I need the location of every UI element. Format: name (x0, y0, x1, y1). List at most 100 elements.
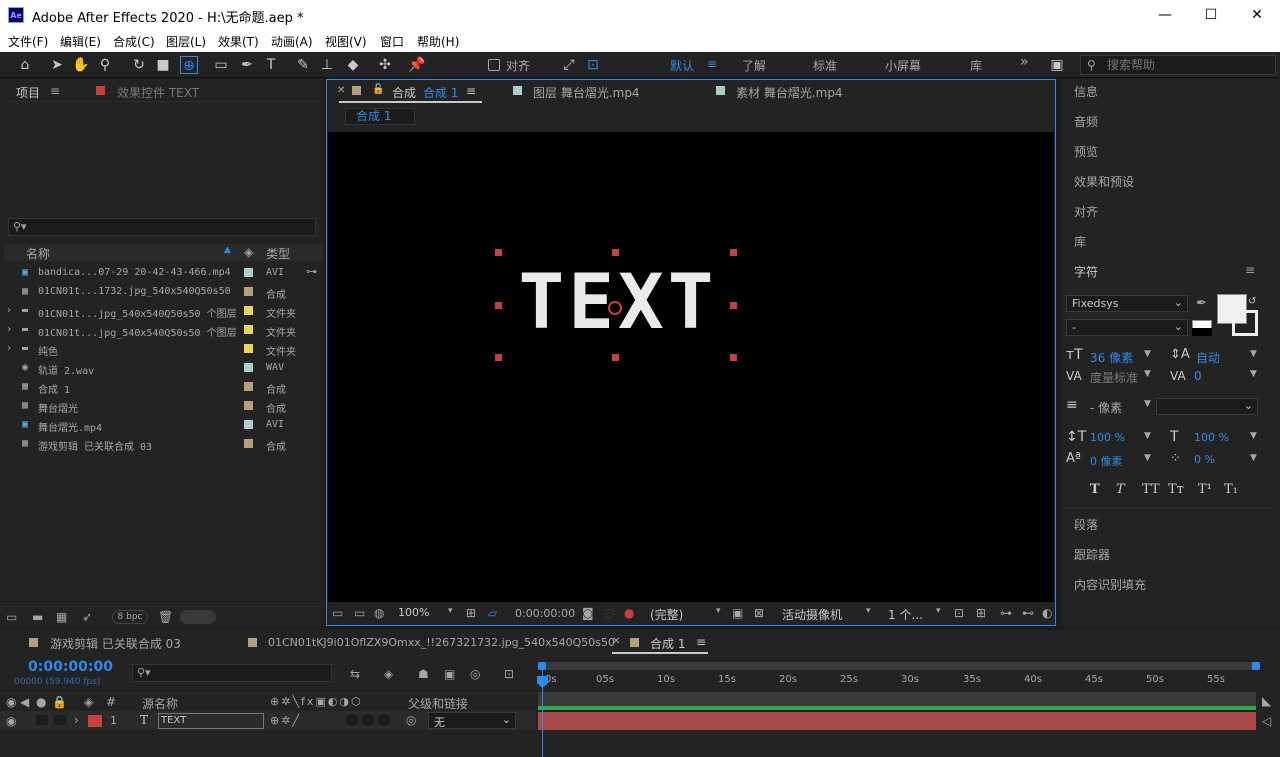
adobe-dynamic-link-icon[interactable]: ➶ (82, 610, 92, 624)
panel-libraries[interactable]: 库 (1074, 233, 1086, 250)
panel-tracker[interactable]: 跟踪器 (1074, 546, 1110, 563)
pickwhip-icon[interactable]: ◎ (406, 713, 416, 727)
chevron-down-icon[interactable]: ▼ (1144, 399, 1151, 409)
stroke-width-value[interactable]: - 像素 (1090, 399, 1122, 416)
chevron-down-icon[interactable]: ▼ (1250, 431, 1257, 441)
tab-composition-name[interactable]: 合成 1 (423, 84, 458, 101)
always-preview-icon[interactable]: ▭ (332, 606, 343, 620)
toggle-pixel-aspect-icon[interactable]: ⊡ (954, 606, 964, 620)
new-composition-icon[interactable]: ▦ (56, 610, 67, 624)
expand-arrow-icon[interactable]: › (6, 343, 12, 354)
work-area-end-handle[interactable] (1252, 662, 1260, 670)
eraser-tool-icon[interactable]: ◆ (344, 56, 362, 74)
list-item[interactable]: › ▬ 01CN01t...jpg_540x540Q50s50 个图层 文件夹 (4, 320, 326, 339)
tab-effect-controls[interactable]: 效果控件 TEXT (117, 84, 199, 101)
transform-handle[interactable] (730, 249, 737, 256)
comp-button-icon[interactable]: ◁ (1262, 714, 1271, 728)
chevron-down-icon[interactable]: ▾ (866, 606, 871, 616)
reset-exposure-icon[interactable]: ⊞ (976, 606, 986, 620)
resolution-select[interactable]: (完整) (650, 606, 683, 623)
fit-icon[interactable]: ⊞ (466, 606, 476, 620)
audio-icon[interactable]: ◀ (20, 695, 29, 709)
workspace-menu-icon[interactable]: ≡ (707, 57, 717, 71)
expand-arrow-icon[interactable]: › (6, 305, 12, 316)
timeline-timecode[interactable]: 0:00:00:00 (28, 659, 113, 675)
all-caps-button[interactable]: TT (1142, 482, 1160, 497)
fast-previews-icon[interactable]: ▣ (732, 606, 743, 620)
shy-layers-icon[interactable]: ☗ (418, 667, 429, 681)
faux-italic-button[interactable]: T (1116, 482, 1125, 497)
pen-tool-icon[interactable]: ✒ (238, 56, 256, 74)
comp-mini-flowchart-icon[interactable]: ⇆ (350, 667, 360, 681)
switch-box[interactable] (346, 715, 358, 725)
eye-icon[interactable]: ◉ (6, 714, 16, 728)
expand-arrow-icon[interactable]: › (6, 324, 12, 335)
superscript-button[interactable]: T¹ (1198, 482, 1212, 497)
chevron-down-icon[interactable]: ▼ (1144, 431, 1151, 441)
snapshot-icon[interactable]: ◙ (582, 606, 594, 620)
clone-stamp-tool-icon[interactable]: ⊥ (318, 56, 336, 74)
menu-layer[interactable]: 图层(L) (166, 33, 206, 50)
home-icon[interactable]: ⌂ (16, 56, 34, 74)
chevron-down-icon[interactable]: ▼ (1144, 369, 1151, 379)
layer-label-swatch[interactable] (88, 715, 102, 727)
zoom-slider-icon[interactable]: ◣ (1262, 694, 1271, 708)
chevron-down-icon[interactable]: ▼ (1250, 349, 1257, 359)
timeline-tab-comp1[interactable]: 合成 1 (650, 635, 685, 652)
views-select[interactable]: 1 个... (888, 606, 923, 623)
chevron-down-icon[interactable]: ▼ (1144, 349, 1151, 359)
panel-info[interactable]: 信息 (1074, 83, 1098, 100)
viewer-timecode[interactable]: 0:00:00:00 (515, 607, 575, 620)
list-item[interactable]: ▦ 舞台熠光 合成 (4, 396, 326, 415)
transparency-grid-icon[interactable]: ⊠ (754, 606, 764, 620)
zoom-select[interactable]: 100% (398, 606, 429, 619)
hand-tool-icon[interactable]: ✋ (72, 56, 90, 74)
label-tag-icon[interactable]: ◈ (84, 695, 93, 709)
tab-composition-label[interactable]: 合成 (392, 84, 416, 101)
list-item[interactable]: ▣ bandica...07-29 20-42-43-466.mp4 AVI ⊶ (4, 263, 326, 282)
tab-layer[interactable]: 图层 舞台熠光.mp4 (533, 84, 640, 101)
baseline-shift-value[interactable]: 0 像素 (1090, 453, 1123, 469)
horizontal-scale-value[interactable]: 100 % (1194, 431, 1229, 444)
brush-tool-icon[interactable]: ✎ (294, 56, 312, 74)
transform-handle[interactable] (612, 249, 619, 256)
solo-toggle[interactable] (36, 715, 48, 725)
viewer-menu-icon[interactable]: ≡ (466, 84, 476, 98)
puppet-pin-tool-icon[interactable]: 📌 (408, 56, 426, 74)
col-source-name[interactable]: 源名称 (142, 695, 178, 712)
timeline-menu-icon[interactable]: ≡ (696, 635, 706, 649)
menu-window[interactable]: 窗口 (380, 33, 404, 50)
new-folder-icon[interactable]: ▬ (32, 610, 43, 624)
layer-switches[interactable]: ⊕✲╱ (270, 714, 301, 727)
project-menu-icon[interactable]: ≡ (50, 84, 60, 98)
close-tab-icon[interactable]: ✕ (337, 85, 345, 96)
workspace-default[interactable]: 默认 (670, 57, 694, 74)
col-name[interactable]: 名称 (26, 245, 50, 262)
transform-handle[interactable] (730, 302, 737, 309)
list-item[interactable]: ▣ 舞台熠光.mp4 AVI (4, 415, 326, 434)
font-style-select[interactable]: - ⌄ (1066, 319, 1188, 336)
menu-edit[interactable]: 编辑(E) (60, 33, 101, 50)
panel-effects-presets[interactable]: 效果和预设 (1074, 173, 1134, 190)
workspace-overflow-icon[interactable]: » (1020, 54, 1029, 70)
type-tool-icon[interactable]: T (262, 56, 280, 74)
camera-select[interactable]: 活动摄像机 (782, 606, 842, 623)
switch-box[interactable] (362, 715, 374, 725)
chevron-down-icon[interactable]: ▼ (1250, 369, 1257, 379)
list-item[interactable]: › ▬ 01CN01t...jpg_540x540Q50s50 个图层 文件夹 (4, 301, 326, 320)
workspace-libraries[interactable]: 库 (970, 57, 982, 74)
font-family-select[interactable]: Fixedsys ⌄ (1066, 295, 1188, 312)
subscript-button[interactable]: T₁ (1224, 482, 1238, 497)
close-window-button[interactable]: ✕ (1234, 0, 1280, 30)
panel-paragraph[interactable]: 段落 (1074, 516, 1098, 533)
list-item[interactable]: ◉ 轨道 2.wav WAV (4, 358, 326, 377)
col-parent-link[interactable]: 父级和链接 (408, 695, 468, 712)
menu-animation[interactable]: 动画(A) (271, 33, 313, 50)
workspace-learn[interactable]: 了解 (742, 57, 766, 74)
camera-tool-icon[interactable]: ■ (154, 56, 172, 74)
show-snapshot-icon[interactable]: ◌ (604, 606, 614, 620)
help-search-input[interactable] (1107, 57, 1267, 73)
solo-icon[interactable]: ● (36, 695, 46, 709)
anchor-point-icon[interactable] (608, 301, 622, 315)
tab-footage[interactable]: 素材 舞台熠光.mp4 (736, 84, 843, 101)
